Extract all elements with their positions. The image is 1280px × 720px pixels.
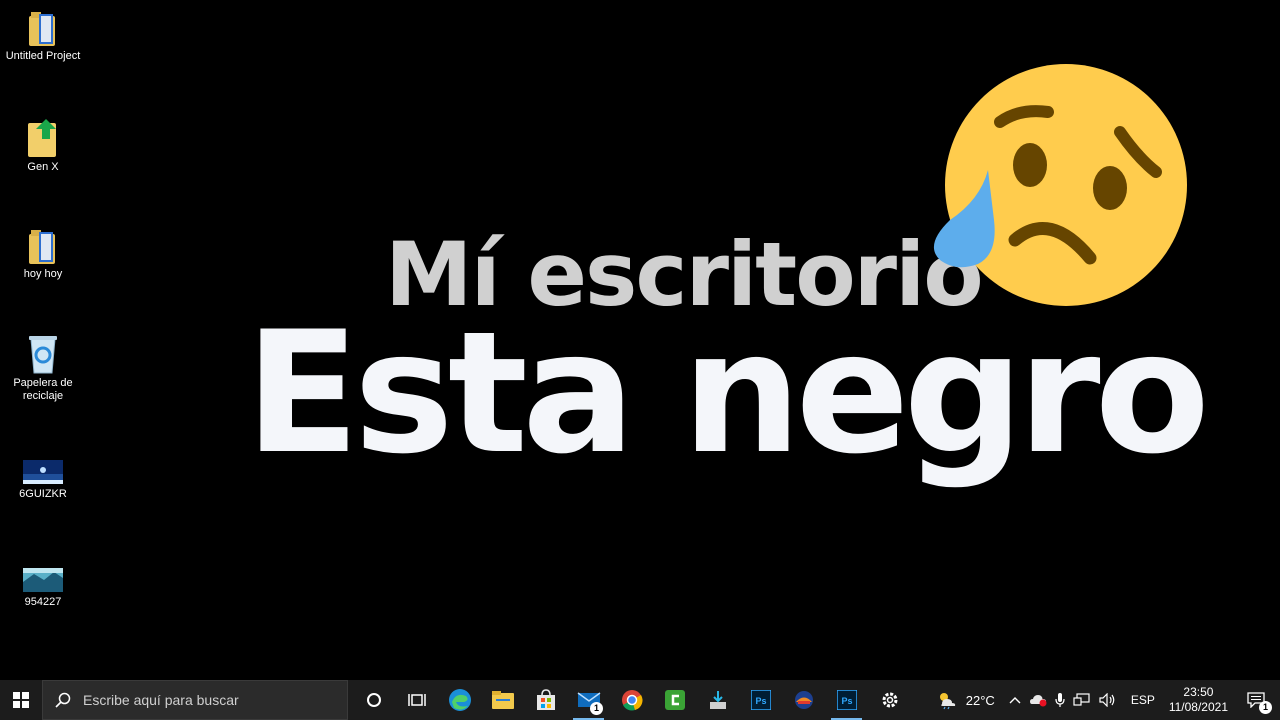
chevron-up-icon xyxy=(1009,697,1021,704)
clock-time: 23:50 xyxy=(1183,685,1214,699)
cortana-icon xyxy=(366,693,381,707)
clock[interactable]: 23:50 11/08/2021 xyxy=(1165,680,1232,720)
file-explorer-icon xyxy=(491,691,514,709)
desktop-icon-recycle-bin[interactable]: Papelera de reciclaje xyxy=(0,333,86,403)
desktop-icon-label: Untitled Project xyxy=(5,50,81,62)
search-icon xyxy=(55,692,71,708)
start-button[interactable] xyxy=(0,680,42,720)
network-tray[interactable] xyxy=(1069,680,1095,720)
clock-date: 11/08/2021 xyxy=(1168,700,1228,714)
desktop-icon-hoy-hoy[interactable]: hoy hoy xyxy=(0,228,86,281)
taskbar-app-installer[interactable] xyxy=(696,680,739,720)
edge-icon xyxy=(448,689,471,711)
taskbar-app-store[interactable] xyxy=(524,680,567,720)
settings-icon xyxy=(882,692,897,708)
task-view-button[interactable] xyxy=(395,680,438,720)
language-indicator[interactable]: ESP xyxy=(1121,680,1165,720)
action-center-button[interactable]: 1 xyxy=(1232,680,1280,720)
system-tray: 22°C ESP 23:50 11/08/2021 1 xyxy=(932,680,1280,720)
windows-logo-icon xyxy=(13,692,29,708)
folder-icon xyxy=(29,230,55,264)
desktop-icon-label: 954227 xyxy=(24,596,62,608)
desktop-icon-954227[interactable]: 954227 xyxy=(0,566,86,609)
installer-icon xyxy=(709,691,726,709)
microphone-tray[interactable] xyxy=(1051,680,1069,720)
network-icon xyxy=(1073,693,1090,706)
taskbar-app-file-explorer[interactable] xyxy=(481,680,524,720)
taskbar-app-mail[interactable]: 1 xyxy=(567,680,610,720)
svg-text:Ps: Ps xyxy=(755,696,766,706)
desktop-icon-6guizkr[interactable]: 6GUIZKR xyxy=(0,458,86,501)
photoshop-icon: Ps xyxy=(836,690,857,710)
weather-icon xyxy=(939,693,955,710)
desktop-icon-untitled-project[interactable]: Untitled Project xyxy=(0,10,86,63)
taskbar-app-chrome[interactable] xyxy=(610,680,653,720)
taskbar-app-other[interactable] xyxy=(782,680,825,720)
desktop-icon-gen-x[interactable]: Gen X xyxy=(0,117,86,174)
photoshop-icon: Ps xyxy=(750,690,771,710)
desktop-icon-label: hoy hoy xyxy=(23,268,63,280)
taskbar-app-photoshop-1[interactable]: Ps xyxy=(739,680,782,720)
weather-widget[interactable]: 22°C xyxy=(932,680,999,720)
taskbar-app-camtasia[interactable] xyxy=(653,680,696,720)
overlay-title-line2: Esta negro xyxy=(245,295,1210,491)
taskbar: 1 Ps P xyxy=(0,680,1280,720)
mail-badge: 1 xyxy=(590,702,603,715)
recycle-bin-icon xyxy=(29,336,57,374)
chrome-icon xyxy=(621,690,643,711)
taskbar-app-settings[interactable] xyxy=(868,680,911,720)
taskbar-app-photoshop-2[interactable]: Ps xyxy=(825,680,868,720)
notification-badge: 1 xyxy=(1259,701,1272,714)
image-file-icon xyxy=(23,568,63,592)
desktop-icon-label: Papelera de reciclaje xyxy=(13,377,73,402)
svg-text:Ps: Ps xyxy=(841,696,852,706)
onedrive-icon xyxy=(1029,695,1047,707)
folder-upload-icon xyxy=(28,119,56,157)
show-hidden-icons-button[interactable] xyxy=(1005,680,1025,720)
camtasia-icon xyxy=(664,690,685,710)
taskbar-search-box[interactable] xyxy=(42,680,348,720)
desktop-icon-label: Gen X xyxy=(27,161,59,173)
app-icon xyxy=(794,691,813,709)
store-icon xyxy=(536,689,555,710)
image-file-icon xyxy=(23,460,63,484)
volume-icon xyxy=(1099,693,1115,707)
microphone-icon xyxy=(1055,693,1065,707)
taskbar-app-edge[interactable] xyxy=(438,680,481,720)
volume-tray[interactable] xyxy=(1095,680,1121,720)
search-input[interactable] xyxy=(81,691,335,709)
desktop-icon-label: 6GUIZKR xyxy=(19,488,67,500)
task-view-icon xyxy=(407,694,426,706)
cortana-button[interactable] xyxy=(352,680,395,720)
folder-icon xyxy=(29,12,55,46)
onedrive-tray[interactable] xyxy=(1025,680,1051,720)
sad-sweat-emoji-icon xyxy=(933,64,1187,306)
temperature-text: 22°C xyxy=(965,692,995,708)
